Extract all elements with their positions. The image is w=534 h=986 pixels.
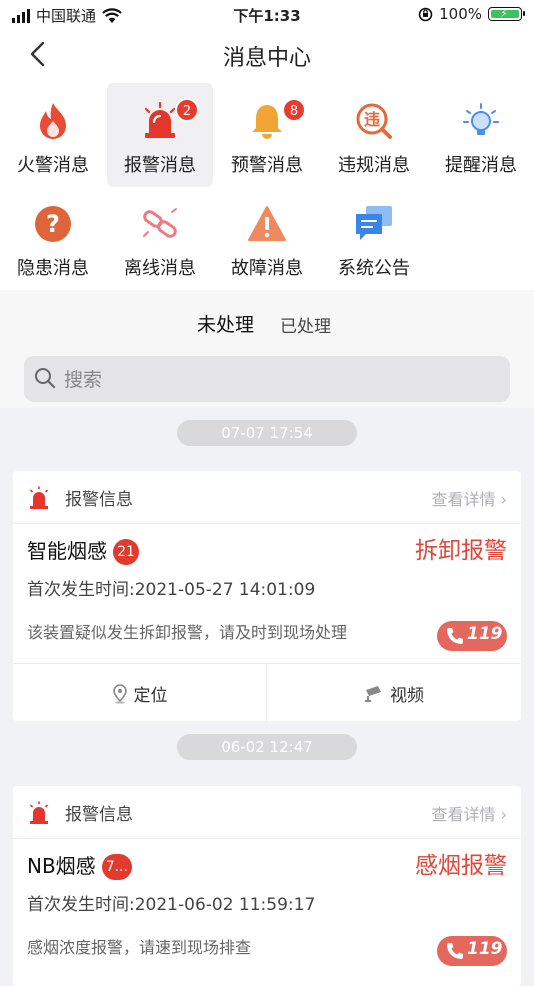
category-label: 报警消息 bbox=[124, 155, 196, 176]
date-pill: 06-02 12:47 bbox=[177, 734, 357, 760]
unread-badge: 8 bbox=[282, 98, 306, 122]
category-announcement[interactable]: 系统公告 bbox=[321, 186, 427, 290]
category-label: 违规消息 bbox=[338, 155, 410, 176]
video-label: 视频 bbox=[390, 686, 424, 706]
location-pin-icon bbox=[112, 684, 127, 704]
alarm-type: 感烟报警 bbox=[415, 853, 507, 879]
category-label: 离线消息 bbox=[124, 258, 196, 279]
search-icon bbox=[35, 368, 56, 389]
battery-icon: ⚡ bbox=[488, 7, 525, 21]
orientation-lock-icon bbox=[418, 7, 433, 21]
view-detail-link[interactable]: 查看详情 › bbox=[431, 801, 507, 825]
alarm-description: 感烟浓度报警，请速到现场排查 bbox=[27, 938, 252, 957]
category-violation[interactable]: 违 违规消息 bbox=[321, 83, 427, 187]
violation-icon: 违 bbox=[356, 103, 392, 139]
category-alarm[interactable]: 2 报警消息 bbox=[107, 83, 213, 187]
card-header: 报警信息 查看详情 › bbox=[13, 471, 521, 524]
card-title: 报警信息 bbox=[65, 805, 133, 825]
video-button[interactable]: 视频 bbox=[267, 664, 521, 721]
date-pill: 07-07 17:54 bbox=[177, 420, 357, 446]
alarm-count-badge: 7... bbox=[101, 854, 132, 880]
locate-label: 定位 bbox=[133, 686, 168, 706]
question-icon: ? bbox=[35, 206, 71, 242]
category-label: 故障消息 bbox=[231, 258, 303, 279]
chevron-right-icon: › bbox=[500, 490, 507, 509]
search-box[interactable] bbox=[24, 356, 510, 402]
locate-button[interactable]: 定位 bbox=[13, 664, 267, 721]
category-label: 提醒消息 bbox=[445, 155, 517, 176]
card-header: 报警信息 查看详情 › bbox=[13, 786, 521, 839]
first-occurrence-time: 首次发生时间:2021-06-02 11:59:17 bbox=[27, 895, 316, 915]
category-fault[interactable]: 故障消息 bbox=[214, 186, 320, 290]
lightbulb-icon bbox=[463, 103, 499, 135]
category-offline[interactable]: 离线消息 bbox=[107, 186, 213, 290]
search-input[interactable] bbox=[62, 362, 486, 398]
status-bar: 中国联通 下午1:33 100% ⚡ bbox=[0, 0, 534, 28]
page-title: 消息中心 bbox=[222, 46, 311, 71]
device-name: 智能烟感 21 bbox=[27, 535, 139, 565]
unread-badge: 2 bbox=[175, 98, 199, 122]
category-warning[interactable]: 8 预警消息 bbox=[214, 83, 320, 187]
call-119-button[interactable]: 119 bbox=[437, 936, 507, 966]
svg-text:?: ? bbox=[46, 210, 60, 238]
category-fire[interactable]: 火警消息 bbox=[0, 83, 106, 187]
call-label: 119 bbox=[467, 624, 503, 644]
battery-percent: 100% bbox=[439, 5, 482, 23]
device-label: 智能烟感 bbox=[27, 539, 107, 563]
siren-icon bbox=[144, 101, 176, 138]
status-tabs: 未处理 已处理 bbox=[0, 290, 534, 350]
broken-link-icon bbox=[143, 208, 177, 238]
fire-icon bbox=[40, 103, 66, 139]
phone-icon bbox=[447, 628, 463, 644]
category-label: 预警消息 bbox=[231, 155, 303, 176]
chevron-right-icon: › bbox=[500, 805, 507, 824]
call-label: 119 bbox=[467, 939, 503, 959]
nav-bar: 消息中心 bbox=[0, 28, 534, 80]
siren-icon bbox=[29, 801, 49, 824]
view-detail-label: 查看详情 bbox=[431, 805, 496, 824]
category-grid: 火警消息 2 报警消息 8 预警消息 违 违规消息 提醒消息 ? 隐患消息 离线… bbox=[0, 80, 534, 290]
chat-icon bbox=[356, 206, 392, 240]
warning-icon bbox=[248, 206, 286, 241]
category-label: 系统公告 bbox=[338, 258, 410, 279]
tab-processed[interactable]: 已处理 bbox=[280, 312, 331, 337]
alarm-count-badge: 21 bbox=[113, 539, 139, 565]
alarm-card: 报警信息 查看详情 › NB烟感 7... 感烟报警 首次发生时间:2021-06… bbox=[13, 786, 521, 986]
view-detail-label: 查看详情 bbox=[431, 490, 496, 509]
view-detail-link[interactable]: 查看详情 › bbox=[431, 486, 507, 510]
search-bar bbox=[0, 350, 534, 408]
alarm-card: 报警信息 查看详情 › 智能烟感 21 拆卸报警 首次发生时间:2021-05-2… bbox=[13, 471, 521, 721]
device-label: NB烟感 bbox=[27, 854, 96, 878]
category-label: 火警消息 bbox=[17, 155, 89, 176]
camera-icon bbox=[365, 686, 381, 702]
siren-icon bbox=[29, 486, 49, 509]
phone-icon bbox=[447, 943, 463, 959]
category-hazard[interactable]: ? 隐患消息 bbox=[0, 186, 106, 290]
card-title: 报警信息 bbox=[65, 490, 133, 510]
category-label: 隐患消息 bbox=[17, 258, 89, 279]
device-name: NB烟感 7... bbox=[27, 850, 132, 880]
alarm-type: 拆卸报警 bbox=[415, 538, 507, 564]
bell-icon bbox=[252, 105, 282, 139]
card-actions: 定位 视频 bbox=[13, 663, 521, 721]
call-119-button[interactable]: 119 bbox=[437, 621, 507, 651]
category-reminder[interactable]: 提醒消息 bbox=[428, 83, 534, 187]
svg-text:违: 违 bbox=[364, 110, 380, 129]
alarm-description: 该装置疑似发生拆卸报警，请及时到现场处理 bbox=[27, 623, 348, 642]
first-occurrence-time: 首次发生时间:2021-05-27 14:01:09 bbox=[27, 580, 316, 600]
tab-unprocessed[interactable]: 未处理 bbox=[197, 310, 254, 337]
